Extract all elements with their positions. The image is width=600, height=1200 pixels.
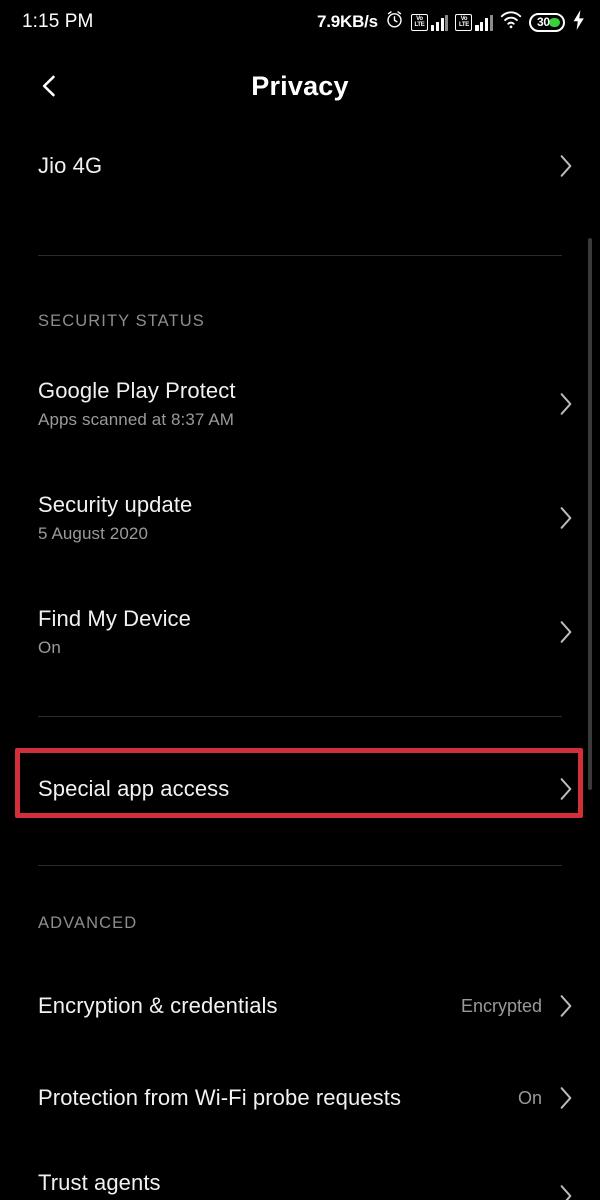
wifi-icon	[500, 10, 522, 34]
section-header-advanced: ADVANCED	[38, 913, 138, 932]
back-chevron-icon	[42, 75, 55, 97]
chevron-right-icon	[556, 391, 576, 417]
list-item-carrier[interactable]: Jio 4G	[0, 128, 600, 204]
chevron-right-icon	[556, 1085, 576, 1111]
alarm-clock-icon	[385, 10, 404, 34]
wifi-probe-value: On	[517, 1087, 542, 1108]
status-bar-clock: 1:15 PM	[22, 11, 94, 32]
chevron-right-icon	[556, 619, 576, 645]
page-title: Privacy	[251, 70, 349, 101]
back-button[interactable]	[28, 64, 72, 108]
security-update-subtitle: 5 August 2020	[38, 523, 149, 543]
status-bar: 1:15 PM 7.9KB/s Vo LTE Vo LTE 30	[0, 0, 600, 44]
list-item-trust-agents[interactable]: Trust agents 1 active trust agent	[0, 1150, 600, 1200]
wifi-probe-title: Protection from Wi-Fi probe requests	[38, 1085, 402, 1111]
chevron-right-icon	[556, 1183, 576, 1200]
list-item-encryption-credentials[interactable]: Encryption & credentials Encrypted	[0, 968, 600, 1044]
list-item-special-app-access[interactable]: Special app access	[0, 751, 600, 827]
battery-indicator: 30	[529, 12, 565, 32]
chevron-right-icon	[556, 505, 576, 531]
app-bar: Privacy	[0, 44, 600, 128]
special-app-access-title: Special app access	[38, 776, 230, 802]
encryption-value: Encrypted	[460, 995, 542, 1016]
status-bar-icons: 7.9KB/s Vo LTE Vo LTE 30	[316, 9, 586, 35]
settings-list: Jio 4G SECURITY STATUS Google Play Prote…	[0, 128, 600, 1200]
vertical-scrollbar[interactable]	[588, 238, 592, 790]
chevron-right-icon	[556, 993, 576, 1019]
privacy-settings-screen: 1:15 PM 7.9KB/s Vo LTE Vo LTE 30 Privacy…	[0, 0, 600, 1200]
section-header-security-status: SECURITY STATUS	[38, 311, 205, 330]
network-speed-label: 7.9KB/s	[316, 12, 378, 31]
find-my-device-subtitle: On	[38, 637, 61, 657]
list-item-google-play-protect[interactable]: Google Play Protect Apps scanned at 8:37…	[0, 358, 600, 450]
sim1-volte-signal-icon: Vo LTE	[410, 13, 449, 31]
encryption-title: Encryption & credentials	[38, 993, 278, 1019]
play-protect-subtitle: Apps scanned at 8:37 AM	[38, 409, 235, 429]
chevron-right-icon	[556, 153, 576, 179]
list-item-find-my-device[interactable]: Find My Device On	[0, 586, 600, 678]
list-item-security-update[interactable]: Security update 5 August 2020	[0, 472, 600, 564]
battery-percent-label: 30	[537, 15, 550, 29]
chevron-right-icon	[556, 776, 576, 802]
list-item-wifi-probe-protection[interactable]: Protection from Wi-Fi probe requests On	[0, 1060, 600, 1136]
trust-agents-title: Trust agents	[38, 1170, 161, 1196]
charging-bolt-icon	[572, 9, 586, 35]
sim2-volte-signal-icon: Vo LTE	[455, 13, 493, 31]
security-update-title: Security update	[38, 492, 193, 518]
find-my-device-title: Find My Device	[38, 606, 191, 632]
play-protect-title: Google Play Protect	[38, 378, 236, 404]
carrier-title: Jio 4G	[38, 153, 103, 179]
